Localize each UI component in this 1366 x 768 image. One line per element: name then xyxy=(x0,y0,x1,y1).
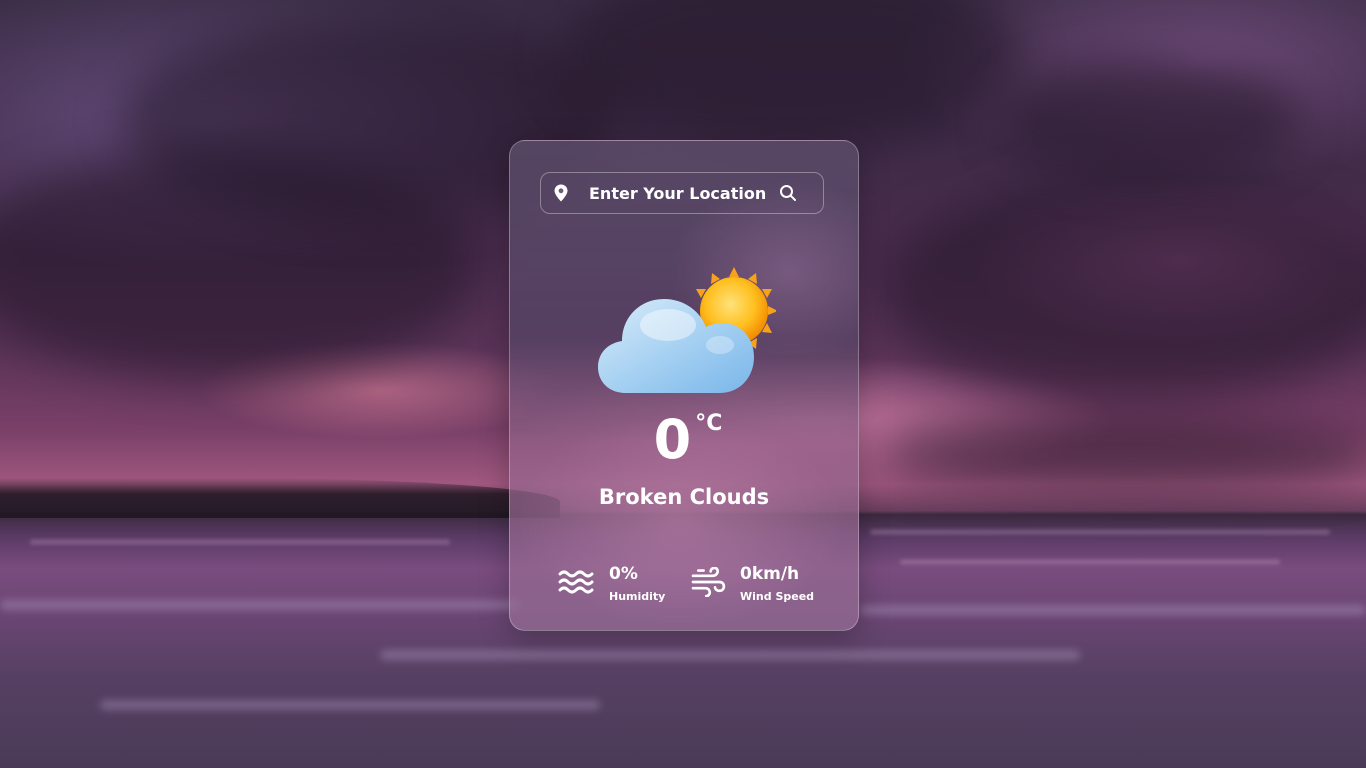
wind-speed-value: 0km/h xyxy=(740,564,800,584)
waves-icon xyxy=(558,570,594,594)
wave-foam xyxy=(0,600,520,610)
wind-speed-label: Wind Speed xyxy=(740,590,815,603)
cloud-shape xyxy=(880,180,1366,400)
partly-cloudy-sun-icon xyxy=(598,267,776,393)
weather-description: Broken Clouds xyxy=(598,485,770,509)
wave-foam xyxy=(860,605,1366,615)
temperature-value: 0 xyxy=(653,408,692,471)
sea-reflection xyxy=(30,540,450,544)
temperature-display: 0 °C xyxy=(510,408,858,471)
map-pin-icon xyxy=(554,184,568,202)
sea-reflection xyxy=(900,560,1280,564)
location-search-box xyxy=(540,172,824,214)
cloud-shape xyxy=(560,0,1020,150)
weather-card: 0°C Broken Clouds 0% Humidity xyxy=(509,140,859,631)
search-icon[interactable] xyxy=(779,184,797,202)
background-scene: 0°C Broken Clouds 0% Humidity xyxy=(0,0,1366,768)
wave-foam xyxy=(380,650,1080,660)
temperature-unit: °C xyxy=(695,411,723,436)
horizon-land xyxy=(0,478,560,518)
wind-icon xyxy=(691,567,726,597)
sea-reflection xyxy=(870,530,1330,534)
humidity-value: 0% xyxy=(609,564,638,584)
location-input[interactable] xyxy=(589,182,769,204)
wave-foam xyxy=(100,700,600,710)
humidity-label: Humidity xyxy=(609,590,666,603)
cloud-shape xyxy=(1000,60,1300,180)
cloud-shape xyxy=(880,420,1366,490)
